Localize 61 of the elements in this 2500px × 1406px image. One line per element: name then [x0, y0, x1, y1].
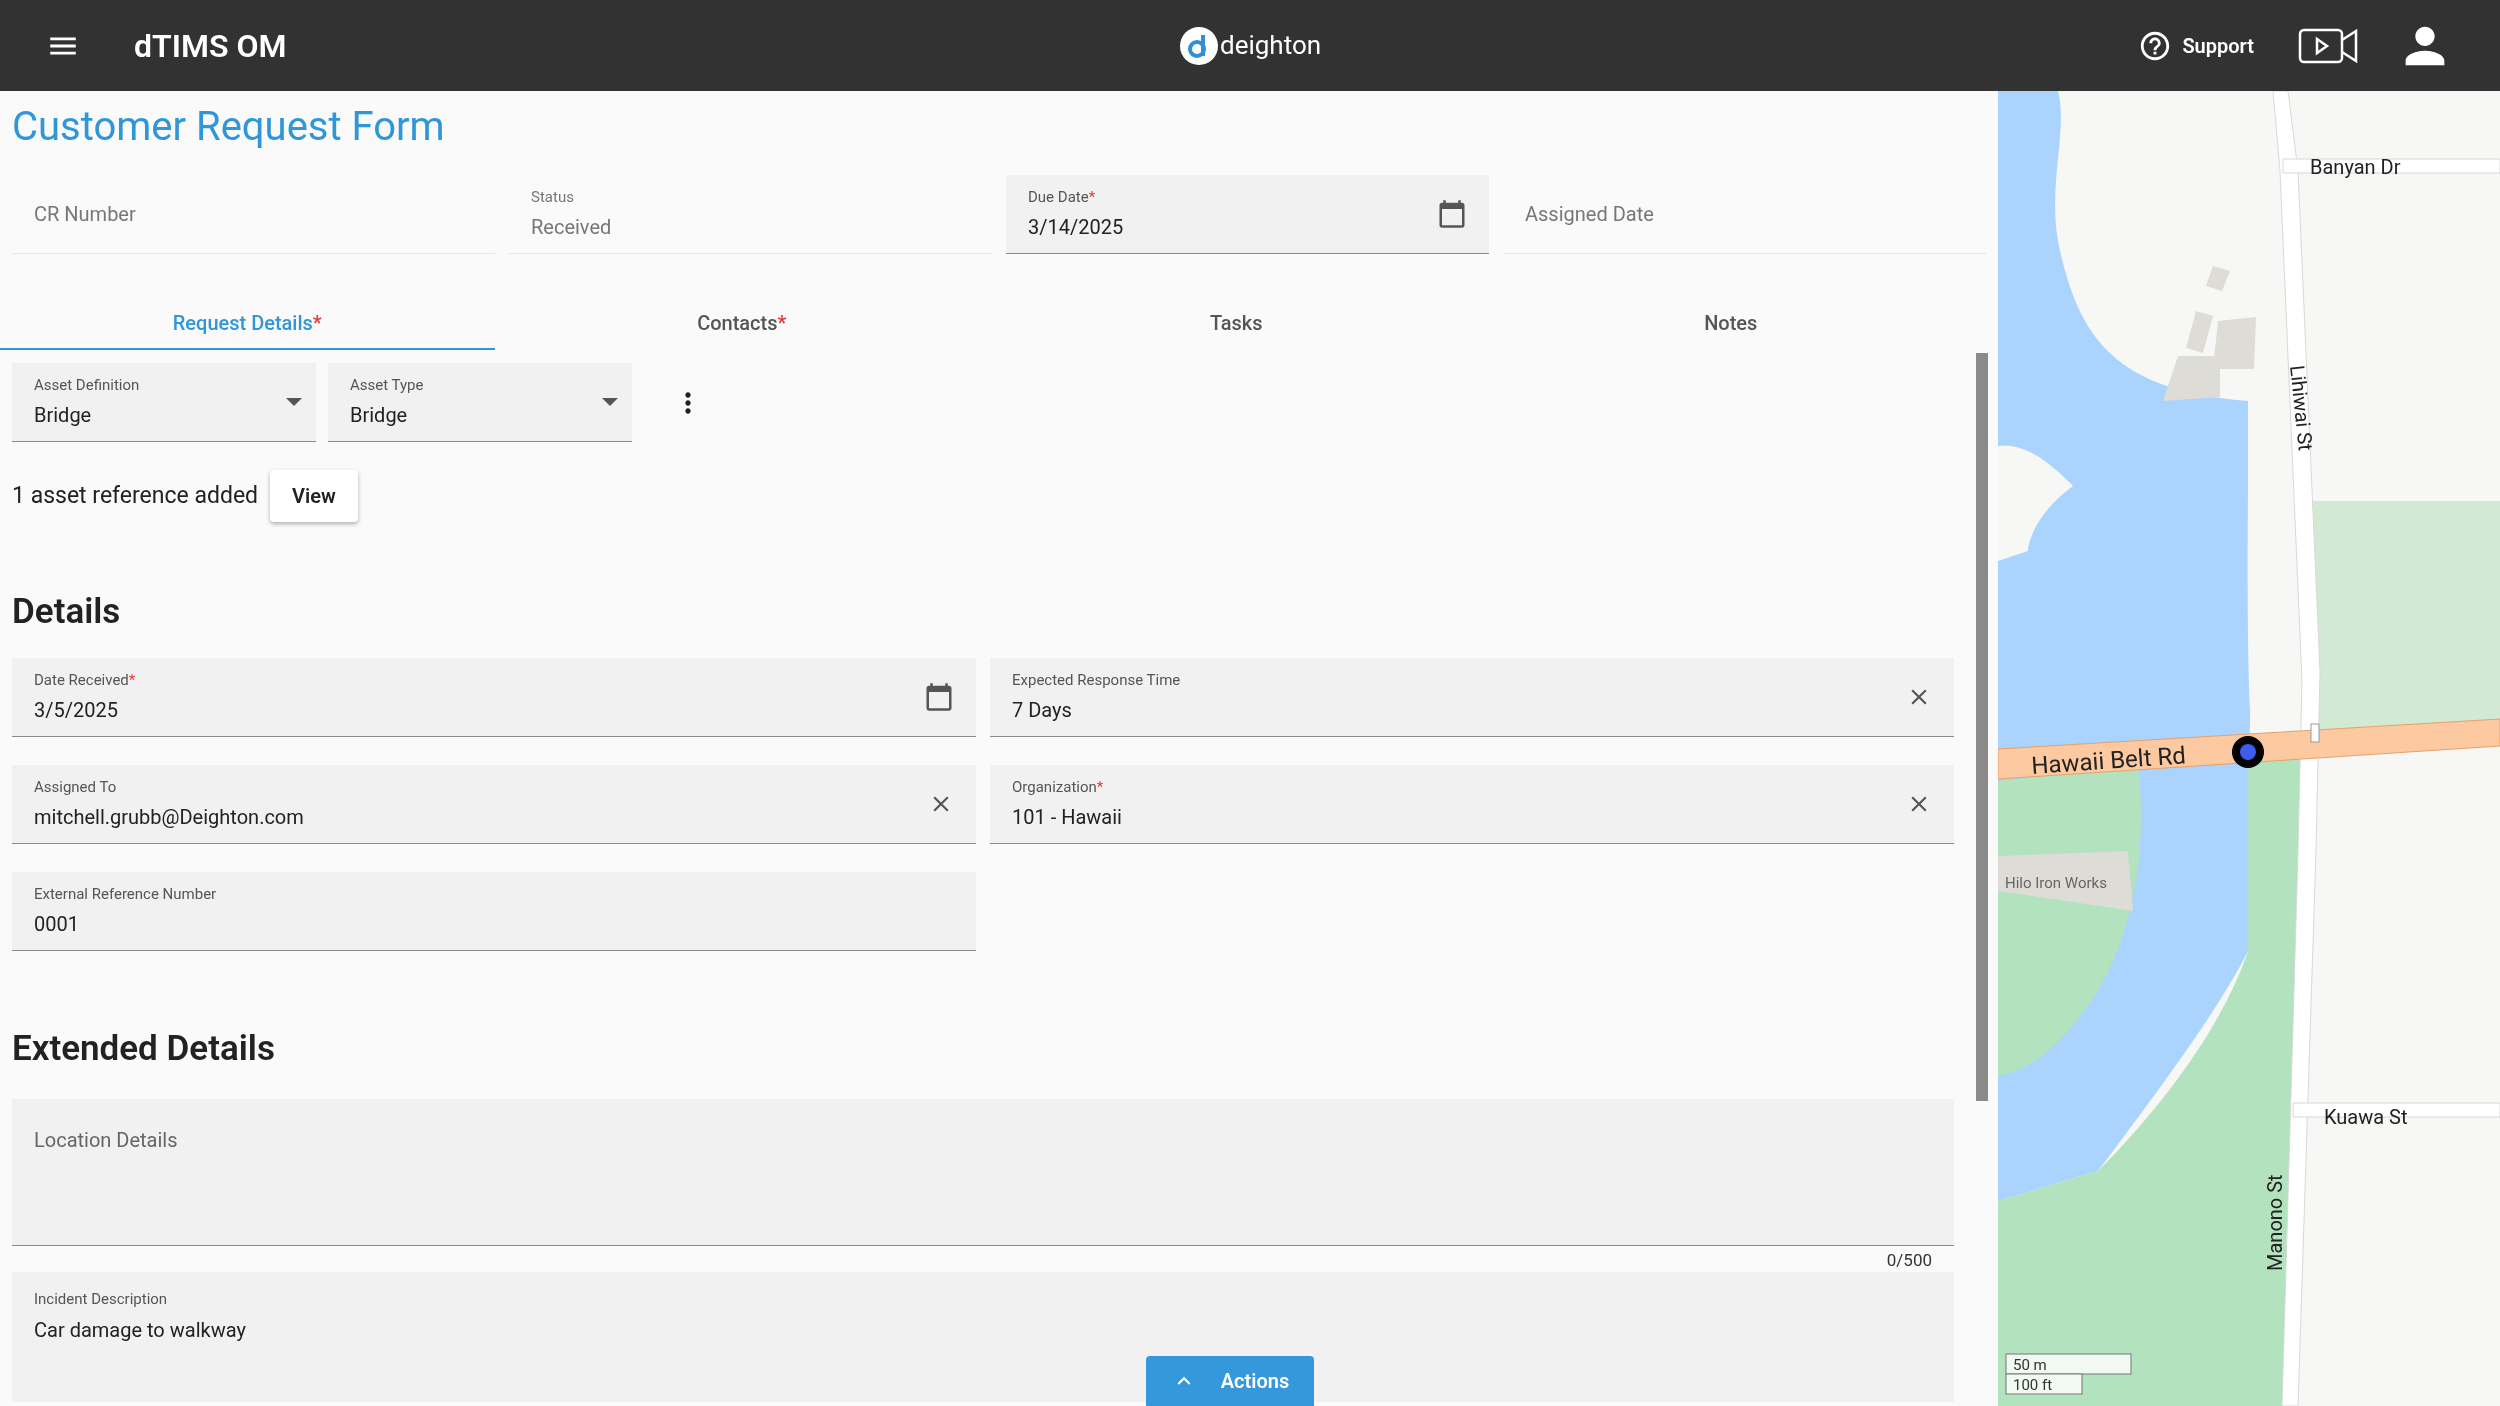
field-label: Incident Description — [34, 1289, 169, 1310]
calendar-icon[interactable] — [924, 682, 954, 712]
tab[interactable]: Notes — [1483, 298, 1978, 350]
app-title: dTIMS OM — [134, 25, 287, 67]
field-label: Assigned To — [34, 776, 118, 798]
field-label: Organization* — [1012, 776, 1105, 798]
field-placeholder: Location Details — [34, 1128, 178, 1152]
scrollbar[interactable] — [1976, 353, 1988, 1101]
field-value: Received — [531, 214, 612, 242]
street-label: Manono St — [2263, 1174, 2287, 1271]
field-value: Bridge — [350, 402, 409, 430]
text-field[interactable]: Expected Response Time 7 Days — [990, 658, 1954, 737]
text-field[interactable]: External Reference Number 0001 — [12, 872, 976, 951]
logo-icon — [1180, 26, 1218, 65]
field-label: Asset Type — [350, 374, 424, 396]
field-value: Car damage to walkway — [34, 1316, 247, 1344]
logo-text: deighton — [1220, 29, 1322, 62]
dropdown-field[interactable]: Asset Type Bridge — [328, 363, 632, 442]
traffic-light-icon — [2310, 723, 2320, 743]
field-value: 3/14/2025 — [1028, 214, 1124, 242]
field-value: Bridge — [34, 402, 93, 430]
field-value: 101 - Hawaii — [1012, 804, 1122, 832]
location-marker-icon[interactable] — [2232, 736, 2264, 768]
section-heading: Details — [12, 590, 122, 634]
text-field[interactable]: Organization* 101 - Hawaii — [990, 765, 1954, 844]
character-counter: 0/500 — [1886, 1249, 1932, 1273]
text-field[interactable]: Assigned To mitchell.grubb@Deighton.com — [12, 765, 976, 844]
street-label: Banyan Dr — [2310, 155, 2401, 179]
field-value: 3/5/2025 — [34, 697, 119, 725]
field-label: External Reference Number — [34, 883, 217, 905]
street-label: Lihiwai St — [2285, 364, 2318, 452]
field-label: Due Date* — [1028, 186, 1097, 208]
dropdown-caret-icon — [286, 398, 302, 406]
tab[interactable]: Tasks — [989, 298, 1484, 350]
tab[interactable]: Request Details* — [0, 298, 495, 350]
field-label: Status — [531, 186, 575, 208]
text-field[interactable]: Due Date* 3/14/2025 — [1006, 175, 1489, 254]
street-label: Kuawa St — [2324, 1105, 2408, 1129]
form-title: Customer Request Form — [12, 103, 446, 151]
calendar-icon[interactable] — [1437, 199, 1467, 229]
place-label: Hilo Iron Works — [2005, 874, 2107, 892]
asset-reference-text: 1 asset reference added — [12, 480, 259, 511]
street-label: Hawaii Belt Rd — [2030, 741, 2187, 780]
text-field[interactable]: Date Received* 3/5/2025 — [12, 658, 976, 737]
location-details-field[interactable]: Location Details — [12, 1099, 1954, 1246]
field-value: 0001 — [34, 911, 80, 939]
tab[interactable]: Contacts* — [494, 298, 989, 350]
field-label: CR Number — [34, 201, 136, 228]
field-label: Assigned Date — [1525, 201, 1654, 228]
dropdown-field[interactable]: Asset Definition Bridge — [12, 363, 316, 442]
field-value: 7 Days — [1012, 697, 1073, 725]
view-button[interactable]: View — [270, 470, 358, 522]
field-value: mitchell.grubb@Deighton.com — [34, 804, 304, 832]
field-label: Date Received* — [34, 669, 136, 691]
field-label: Asset Definition — [34, 374, 140, 396]
dropdown-caret-icon — [602, 398, 618, 406]
field-label: Expected Response Time — [1012, 669, 1181, 691]
section-heading: Extended Details — [12, 1027, 276, 1071]
support-link[interactable]: Support — [2182, 30, 2254, 61]
scale-bar: 50 m 100 ft — [2005, 1353, 2132, 1395]
map[interactable]: Banyan Dr Lihiwai St Hawaii Belt Rd Kuawa St Manono St Hilo Iron Works 50 m 100 ft — [1998, 91, 2500, 1406]
